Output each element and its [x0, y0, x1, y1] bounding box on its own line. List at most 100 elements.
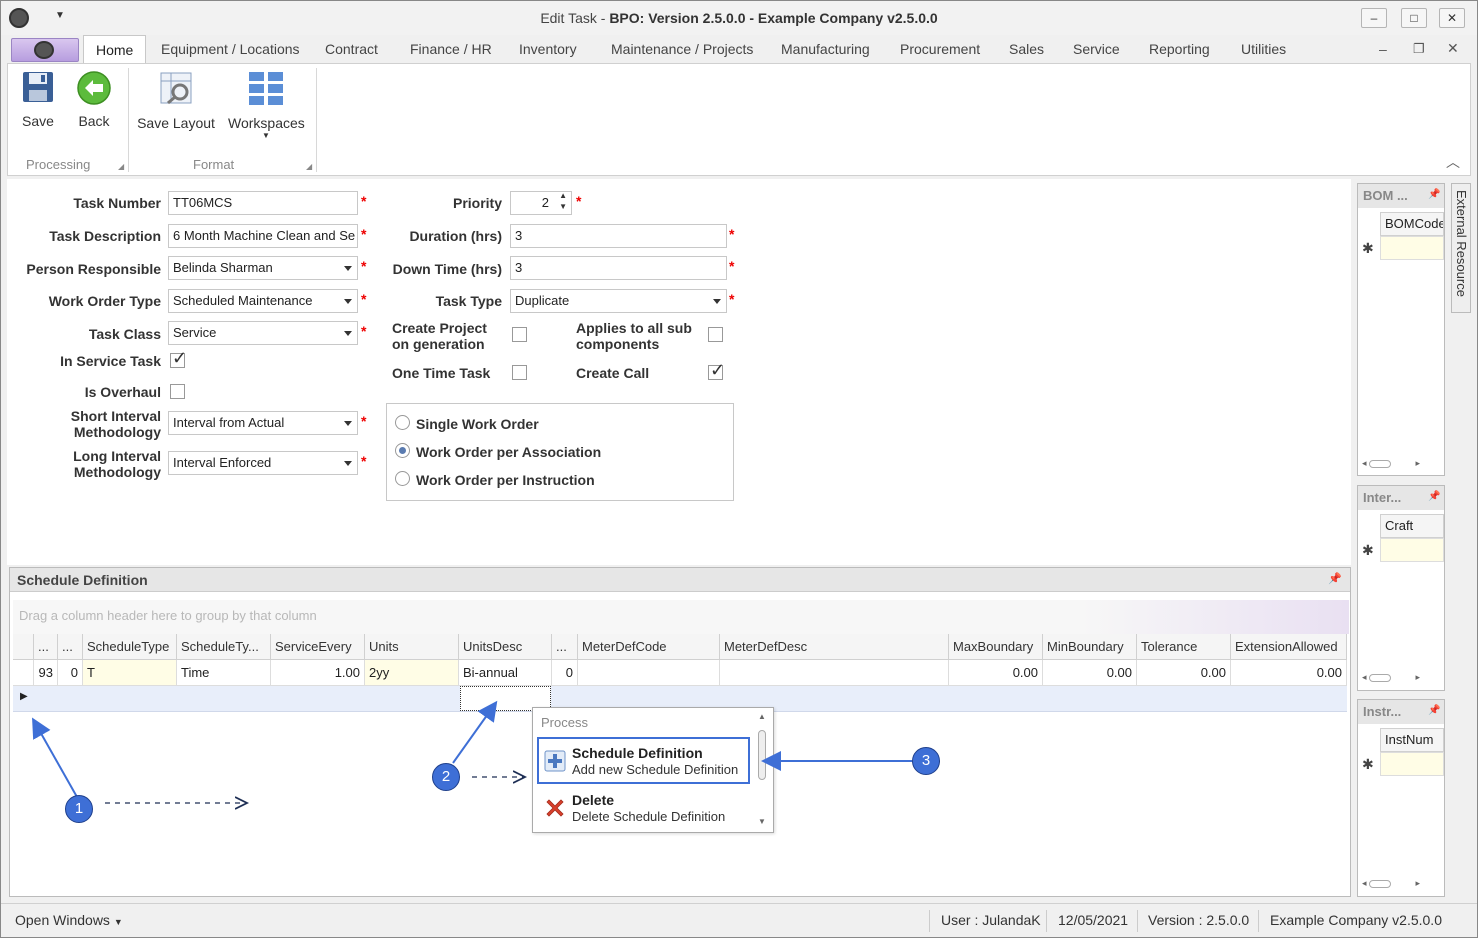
pin-icon[interactable]: 📌 [1428, 705, 1440, 716]
duration-input[interactable]: 3 [510, 224, 727, 248]
work-order-type-select[interactable]: Scheduled Maintenance [168, 289, 358, 313]
create-project-checkbox[interactable] [512, 327, 527, 342]
single-work-order-label[interactable]: Single Work Order [416, 416, 539, 432]
down-time-input[interactable]: 3 [510, 256, 727, 280]
task-number-input[interactable]: TT06MCS [168, 191, 358, 215]
work-order-per-association-label[interactable]: Work Order per Association [416, 444, 601, 460]
tab-maintenance-projects[interactable]: Maintenance / Projects [611, 35, 753, 63]
table-cell[interactable]: 0.00 [1043, 660, 1137, 686]
tab-sales[interactable]: Sales [1009, 35, 1044, 63]
one-time-task-checkbox[interactable] [512, 365, 527, 380]
back-button[interactable]: Back [72, 70, 116, 129]
horizontal-scrollbar[interactable]: ◂ ▸ [1362, 672, 1442, 686]
processing-expand-icon[interactable]: ◢ [118, 162, 124, 171]
work-order-per-instruction-label[interactable]: Work Order per Instruction [416, 472, 595, 488]
column-header[interactable]: ServiceEvery [271, 634, 365, 660]
table-cell[interactable]: 2yy [365, 660, 459, 686]
column-header[interactable]: Craft [1380, 514, 1444, 538]
table-cell[interactable]: 0.00 [949, 660, 1043, 686]
tab-inventory[interactable]: Inventory [519, 35, 577, 63]
workspaces-button[interactable]: Workspaces ▼ [228, 70, 305, 140]
applies-sub-components-checkbox[interactable] [708, 327, 723, 342]
column-header[interactable]: ScheduleType [83, 634, 177, 660]
task-description-input[interactable]: 6 Month Machine Clean and Se [168, 224, 358, 248]
short-interval-select[interactable]: Interval from Actual [168, 411, 358, 435]
menu-scroll-up-icon[interactable]: ▲ [758, 712, 766, 721]
table-cell[interactable] [720, 660, 949, 686]
mdi-minimize-icon[interactable]: – [1379, 41, 1387, 57]
table-cell[interactable]: Time [177, 660, 271, 686]
new-row-cell[interactable] [1380, 752, 1444, 776]
tab-utilities[interactable]: Utilities [1241, 35, 1286, 63]
table-cell[interactable] [578, 660, 720, 686]
menu-item-add-schedule-definition[interactable]: Schedule Definition Add new Schedule Def… [537, 737, 750, 784]
mdi-close-icon[interactable]: ✕ [1447, 40, 1459, 57]
menu-scrollbar-thumb[interactable] [758, 730, 766, 780]
column-header[interactable]: MaxBoundary [949, 634, 1043, 660]
stepper-down-icon[interactable]: ▼ [559, 202, 567, 212]
tab-finance-hr[interactable]: Finance / HR [410, 35, 492, 63]
table-cell[interactable]: 0 [552, 660, 578, 686]
pin-icon[interactable]: 📌 [1428, 189, 1440, 200]
task-type-select[interactable]: Duplicate [510, 289, 727, 313]
create-call-checkbox[interactable] [708, 360, 725, 381]
column-header[interactable]: ... [34, 634, 58, 660]
table-cell[interactable]: 1.00 [271, 660, 365, 686]
column-header[interactable]: MeterDefCode [578, 634, 720, 660]
mdi-restore-icon[interactable]: ❐ [1413, 41, 1425, 57]
table-cell[interactable]: T [83, 660, 177, 686]
work-order-per-instruction-radio[interactable] [395, 471, 410, 486]
tab-procurement[interactable]: Procurement [900, 35, 980, 63]
column-header[interactable]: ExtensionAllowed [1231, 634, 1347, 660]
pin-icon[interactable]: 📌 [1428, 491, 1440, 502]
column-header[interactable]: MeterDefDesc [720, 634, 949, 660]
new-row-cell[interactable] [1380, 236, 1444, 260]
in-service-task-checkbox[interactable] [170, 348, 187, 369]
new-row-cell[interactable] [1380, 538, 1444, 562]
column-header[interactable]: UnitsDesc [459, 634, 552, 660]
column-header[interactable]: ... [58, 634, 83, 660]
table-cell[interactable]: 0.00 [1231, 660, 1347, 686]
pin-icon[interactable]: 📌 [1328, 572, 1342, 585]
column-header[interactable]: InstNum [1380, 728, 1444, 752]
horizontal-scrollbar[interactable]: ◂ ▸ [1362, 878, 1442, 892]
menu-scroll-down-icon[interactable]: ▼ [758, 817, 766, 826]
application-menu-button[interactable] [11, 38, 79, 62]
group-by-bar[interactable]: Drag a column header here to group by th… [13, 600, 1349, 634]
is-overhaul-checkbox[interactable] [170, 384, 185, 399]
table-cell[interactable]: 0 [58, 660, 83, 686]
column-header[interactable]: ... [552, 634, 578, 660]
table-cell[interactable]: Bi-annual [459, 660, 552, 686]
stepper-up-icon[interactable]: ▲ [559, 192, 567, 201]
close-button[interactable]: ✕ [1439, 8, 1465, 28]
column-header[interactable]: BOMCode [1380, 212, 1444, 236]
tab-home[interactable]: Home [83, 35, 147, 63]
collapse-ribbon-icon[interactable]: ︿ [1446, 152, 1460, 172]
column-header[interactable]: ScheduleTy... [177, 634, 271, 660]
maximize-button[interactable]: □ [1401, 8, 1427, 28]
row-indicator[interactable] [13, 660, 34, 686]
tab-service[interactable]: Service [1073, 35, 1120, 63]
table-cell[interactable]: 93 [34, 660, 58, 686]
single-work-order-radio[interactable] [395, 415, 410, 430]
minimize-button[interactable]: – [1361, 8, 1387, 28]
column-header[interactable]: Units [365, 634, 459, 660]
save-button[interactable]: Save [18, 70, 58, 129]
open-windows-button[interactable]: Open Windows ▼ [15, 912, 123, 928]
save-layout-button[interactable]: Save Layout [136, 70, 216, 131]
long-interval-select[interactable]: Interval Enforced [168, 451, 358, 475]
task-class-select[interactable]: Service [168, 321, 358, 345]
column-header[interactable]: MinBoundary [1043, 634, 1137, 660]
table-cell[interactable]: 0.00 [1137, 660, 1231, 686]
tab-contract[interactable]: Contract [325, 35, 378, 63]
menu-item-delete-schedule-definition[interactable]: Delete Delete Schedule Definition [537, 788, 750, 830]
column-header[interactable]: Tolerance [1137, 634, 1231, 660]
work-order-per-association-radio[interactable] [395, 443, 410, 458]
priority-stepper[interactable]: 2 ▲ ▼ [510, 191, 572, 215]
external-resource-tab[interactable]: External Resource [1451, 183, 1471, 313]
horizontal-scrollbar[interactable]: ◂ ▸ [1362, 458, 1442, 472]
tab-reporting[interactable]: Reporting [1149, 35, 1210, 63]
person-responsible-select[interactable]: Belinda Sharman [168, 256, 358, 280]
format-expand-icon[interactable]: ◢ [306, 162, 312, 171]
tab-equipment-locations[interactable]: Equipment / Locations [161, 35, 300, 63]
